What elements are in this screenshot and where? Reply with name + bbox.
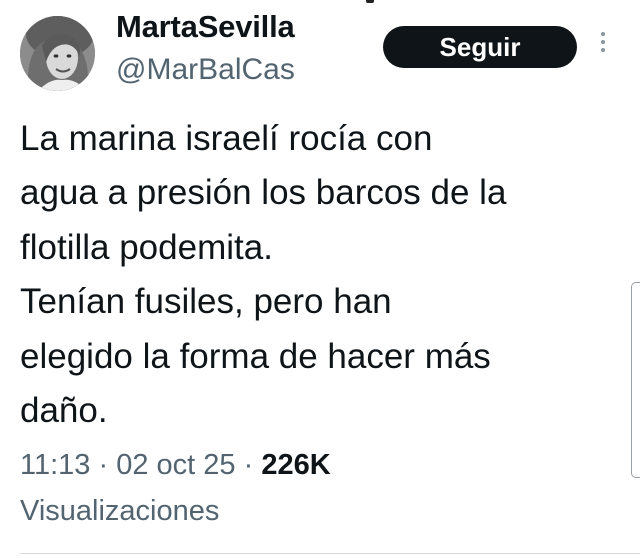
views-label: Visualizaciones xyxy=(20,495,220,527)
scrollbar-handle[interactable] xyxy=(631,282,640,478)
tweet-text-line: flotilla podemita. xyxy=(20,227,273,267)
tweet-text: La marina israelí rocía con agua a presi… xyxy=(20,112,625,438)
divider xyxy=(20,553,640,554)
tweet-text-line: Tenían fusiles, pero han xyxy=(20,282,392,322)
avatar[interactable] xyxy=(20,16,95,91)
author-display-name[interactable]: MartaSevilla xyxy=(116,9,295,45)
follow-button[interactable]: Seguir xyxy=(383,26,577,68)
meta-separator: · xyxy=(235,449,262,481)
cutoff-element xyxy=(366,0,374,3)
author-handle[interactable]: @MarBalCas xyxy=(116,53,295,87)
views-count[interactable]: 226K xyxy=(261,449,330,481)
avatar-photo xyxy=(20,16,95,91)
tweet-time[interactable]: 11:13 xyxy=(20,449,90,481)
tweet-card: MartaSevilla @MarBalCas Seguir La marina… xyxy=(0,0,640,558)
meta-separator: · xyxy=(90,449,117,481)
tweet-date[interactable]: 02 oct 25 xyxy=(116,449,235,481)
tweet-text-line: daño. xyxy=(20,391,108,431)
tweet-meta: 11:13 · 02 oct 25 · 226K xyxy=(20,449,331,482)
tweet-text-line: elegido la forma de hacer más xyxy=(20,336,491,376)
tweet-text-line: agua a presión los barcos de la xyxy=(20,173,507,213)
tweet-text-line: La marina israelí rocía con xyxy=(20,119,433,158)
vertical-ellipsis-icon[interactable] xyxy=(598,32,608,62)
